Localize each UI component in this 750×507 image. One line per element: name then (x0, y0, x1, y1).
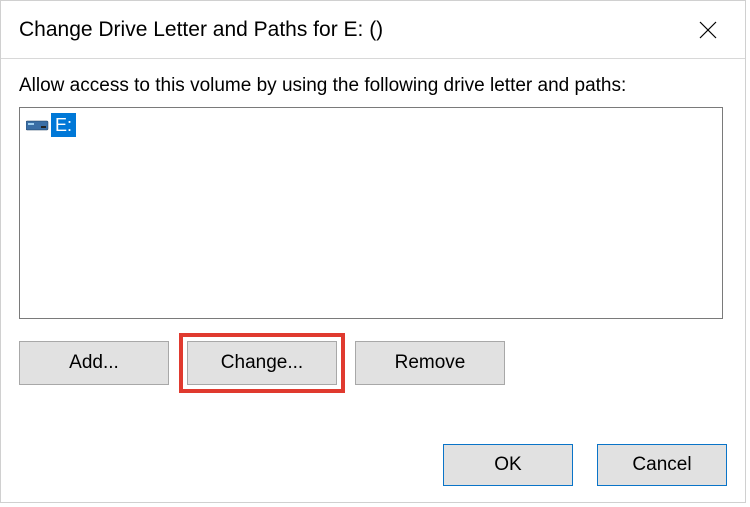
drive-icon (26, 115, 50, 135)
action-button-row: Add... Change... Remove (19, 341, 727, 385)
ok-button[interactable]: OK (443, 444, 573, 486)
drive-paths-listbox[interactable]: E: (19, 107, 723, 319)
drive-letter-label: E: (51, 113, 76, 137)
dialog-bottom-row: OK Cancel (443, 444, 727, 486)
add-button[interactable]: Add... (19, 341, 169, 385)
close-button[interactable] (685, 7, 731, 53)
dialog-title: Change Drive Letter and Paths for E: () (19, 18, 383, 42)
change-button[interactable]: Change... (187, 341, 337, 385)
remove-button[interactable]: Remove (355, 341, 505, 385)
cancel-button[interactable]: Cancel (597, 444, 727, 486)
description-text: Allow access to this volume by using the… (19, 75, 727, 97)
close-icon (698, 20, 718, 40)
dialog-window: Change Drive Letter and Paths for E: () … (0, 0, 746, 503)
dialog-content: Allow access to this volume by using the… (1, 59, 745, 385)
list-item[interactable]: E: (26, 113, 76, 137)
titlebar: Change Drive Letter and Paths for E: () (1, 1, 745, 59)
